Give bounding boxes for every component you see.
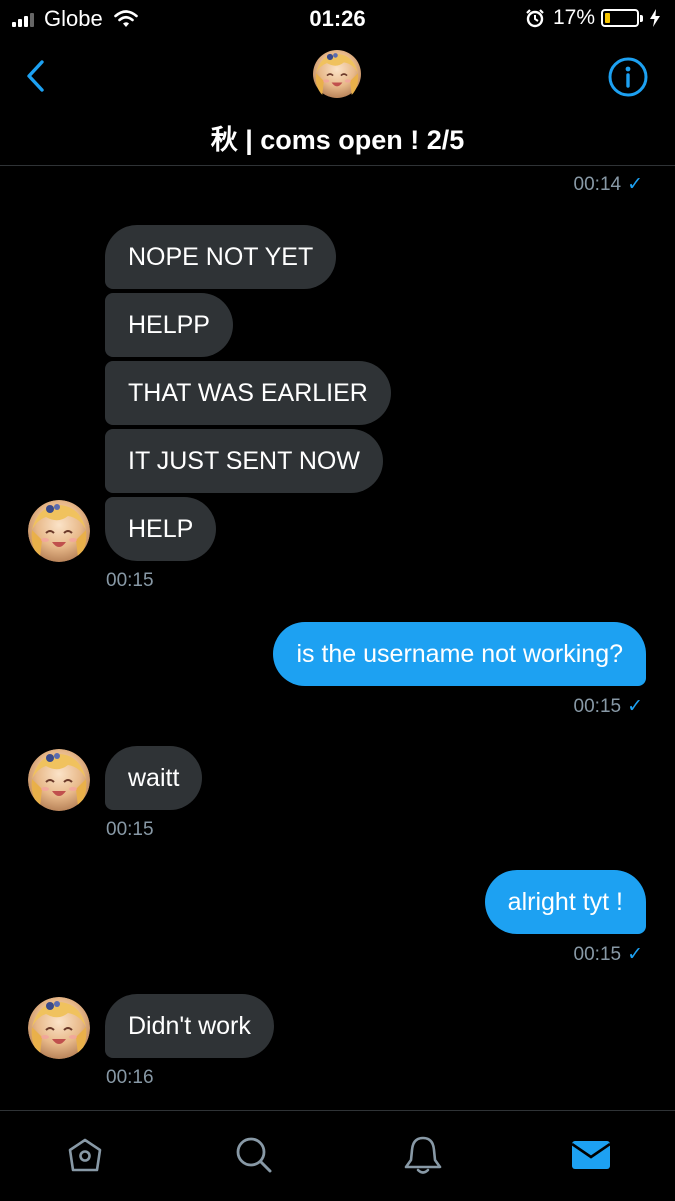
message-timestamp: 00:15	[106, 570, 154, 591]
battery-percent: 17%	[552, 6, 595, 29]
message-timestamp: 00:15 ✓	[573, 695, 643, 718]
avatar[interactable]	[28, 500, 90, 562]
read-check-icon: ✓	[627, 944, 643, 965]
status-bar: Globe 01:26 17%	[0, 0, 675, 38]
message-list[interactable]: 00:14 ✓ NOPE NOT YET HELPP THAT WAS EARLI…	[0, 166, 675, 1110]
charging-bolt-icon	[650, 9, 660, 27]
avatar[interactable]	[28, 997, 90, 1059]
message-bubble-incoming[interactable]: NOPE NOT YET	[105, 225, 337, 289]
conversation-header: 秋 | coms open ! 2/5	[0, 38, 675, 166]
read-check-icon: ✓	[627, 174, 643, 195]
messages-icon[interactable]	[569, 1133, 613, 1177]
message-bubble-outgoing[interactable]: is the username not working?	[273, 622, 646, 686]
notifications-icon[interactable]	[401, 1133, 445, 1177]
tab-bar	[0, 1110, 675, 1201]
back-icon[interactable]	[18, 56, 58, 96]
message-bubble-outgoing[interactable]: alright tyt !	[484, 870, 646, 934]
battery-fill	[605, 13, 610, 23]
info-icon[interactable]	[607, 56, 649, 98]
status-right: 17%	[525, 6, 661, 30]
message-timestamp: 00:15 ✓	[573, 943, 643, 966]
search-icon[interactable]	[232, 1133, 276, 1177]
battery-icon	[601, 9, 643, 27]
message-bubble-incoming[interactable]: THAT WAS EARLIER	[105, 361, 391, 425]
message-timestamp: 00:14 ✓	[573, 173, 643, 196]
avatar[interactable]	[313, 50, 361, 98]
message-bubble-incoming[interactable]: waitt	[105, 746, 203, 810]
read-check-icon: ✓	[627, 696, 643, 717]
home-icon[interactable]	[63, 1133, 107, 1177]
message-bubble-incoming[interactable]: HELPP	[105, 293, 233, 357]
message-bubble-incoming[interactable]: HELP	[105, 497, 217, 561]
conversation-title[interactable]: 秋 | coms open ! 2/5	[0, 118, 675, 157]
avatar[interactable]	[28, 749, 90, 811]
message-timestamp: 00:16	[106, 1067, 154, 1088]
message-bubble-incoming[interactable]: IT JUST SENT NOW	[105, 429, 383, 493]
message-bubble-incoming[interactable]: Didn't work	[105, 994, 274, 1058]
alarm-icon	[526, 9, 544, 28]
message-timestamp: 00:15	[106, 819, 154, 840]
